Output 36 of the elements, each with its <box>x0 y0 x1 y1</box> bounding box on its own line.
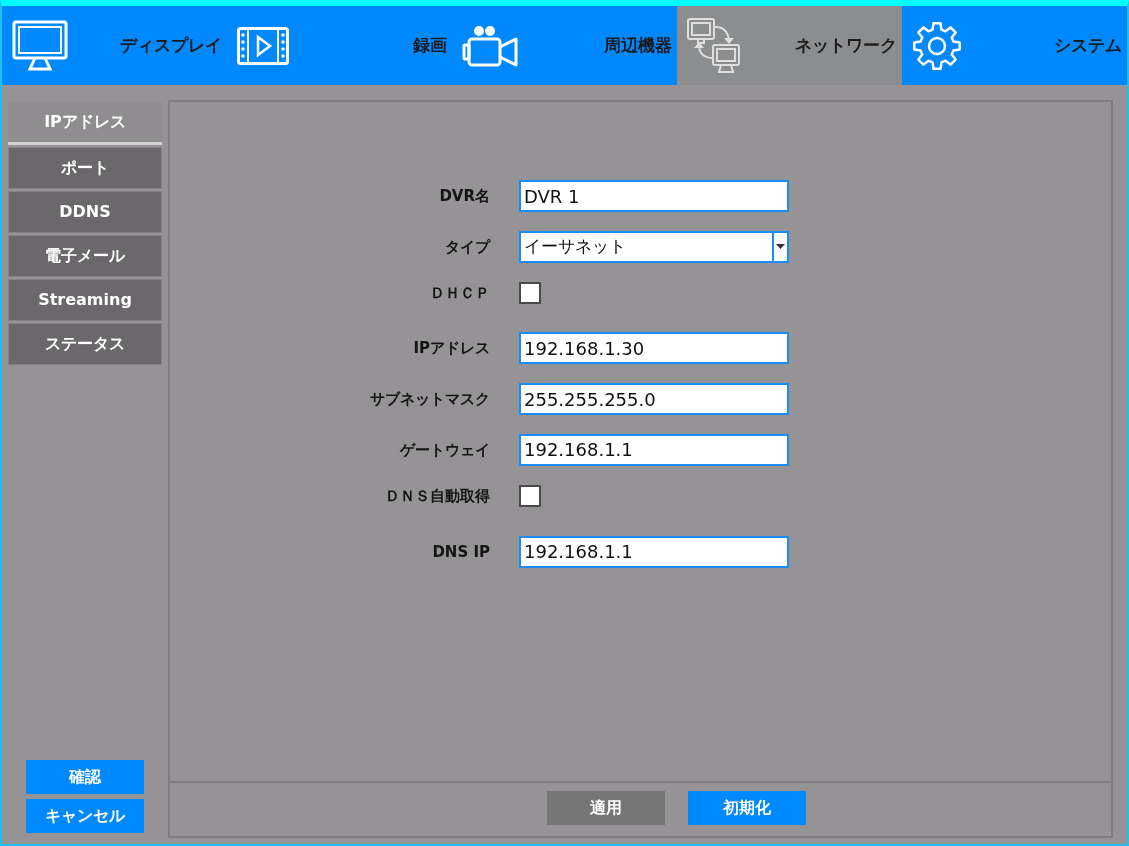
caret-icon <box>776 244 785 250</box>
field-label: DVR名 <box>438 186 490 207</box>
menu-tab[interactable]: ディスプレイ <box>2 6 227 85</box>
menu-tab[interactable]: 周辺機器 <box>452 6 677 85</box>
film-play-icon <box>237 26 289 65</box>
monitor-icon <box>12 19 68 72</box>
sidebar-item[interactable]: 電子メール <box>8 235 162 277</box>
field-label: タイプ <box>444 236 490 258</box>
dropdown-field[interactable]: イーサネット <box>519 230 789 263</box>
confirm-button[interactable]: 確認 <box>26 760 144 794</box>
menu-tab[interactable]: システム <box>902 6 1127 85</box>
settings-icon <box>912 20 962 71</box>
text-field[interactable]: 192.168.1.1 <box>519 535 789 568</box>
sidebar-item[interactable]: ポート <box>8 147 162 189</box>
sidebar-item[interactable]: ステータス <box>8 323 162 365</box>
checkbox[interactable] <box>519 484 541 507</box>
text-field[interactable]: 192.168.1.30 <box>519 332 789 365</box>
field-label: サブネットマスク <box>369 389 490 411</box>
sidebar-item[interactable]: DDNS <box>8 191 162 233</box>
checkbox[interactable] <box>519 281 541 304</box>
text-field[interactable]: 255.255.255.0 <box>519 383 789 416</box>
field-label: DNS IP <box>431 541 490 563</box>
field-label: ゲートウェイ <box>399 440 490 461</box>
field-label: IPアドレス <box>412 338 490 360</box>
field-label: ＤＨＣＰ <box>429 282 490 304</box>
two-monitors-arrows-icon <box>687 17 743 74</box>
sidebar-item[interactable]: IPアドレス <box>8 102 162 145</box>
text-field[interactable]: 192.168.1.1 <box>519 434 789 466</box>
reset-button[interactable]: 初期化 <box>688 791 806 825</box>
field-label: ＤＮＳ自動取得 <box>384 485 490 507</box>
video-camera-icon <box>462 24 518 67</box>
menu-tab[interactable]: ネットワーク <box>677 6 902 85</box>
sidebar-item[interactable]: Streaming <box>8 279 162 321</box>
menu-tab[interactable]: 録画 <box>227 6 452 85</box>
cancel-button[interactable]: キャンセル <box>26 799 144 833</box>
text-field[interactable]: DVR 1 <box>519 180 789 212</box>
